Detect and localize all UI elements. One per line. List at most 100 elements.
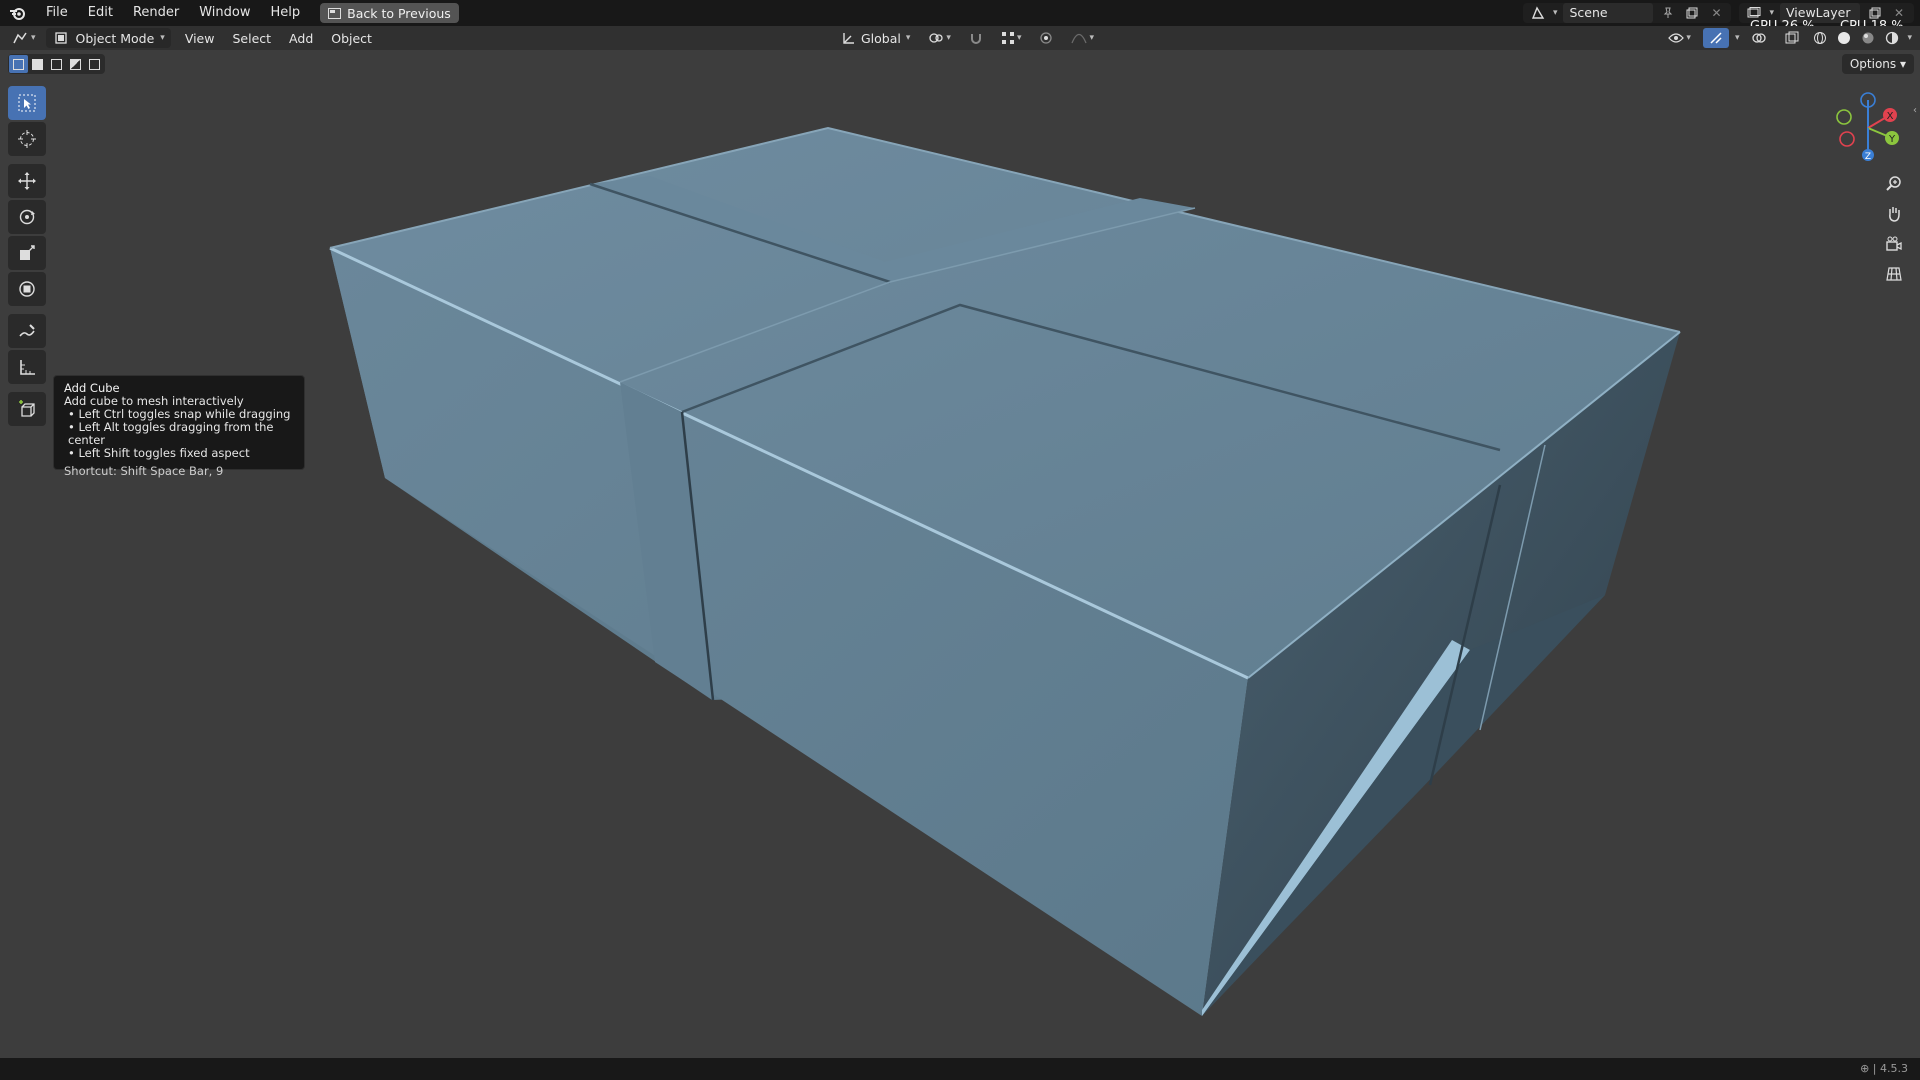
overlays-toggle[interactable] [1745,28,1773,48]
measure-tool[interactable] [8,350,46,384]
overlays-icon [1752,33,1767,43]
gizmo-icon [1710,32,1722,44]
menu-select[interactable]: Select [226,28,277,48]
navigation-gizmo[interactable]: X Y Z [1836,92,1899,162]
menu-object[interactable]: Object [325,28,378,48]
rotate-tool[interactable] [8,200,46,234]
close-icon[interactable]: ✕ [1707,4,1725,22]
tooltip-bullet: • Left Alt toggles dragging from the cen… [68,420,274,447]
tooltip-bullet-text: Left Alt toggles dragging from the cente… [68,420,274,447]
mode-select[interactable]: Object Mode ▾ [45,28,171,48]
chevron-down-icon[interactable]: ▾ [1907,33,1912,43]
status-bar: ⊕ | 4.5.3 [0,1058,1920,1080]
chevron-down-icon[interactable]: ▾ [1735,33,1740,43]
navigation-controls [1880,170,1908,290]
scene-selector[interactable]: ▾ Scene ✕ [1522,3,1732,23]
blender-logo-icon[interactable] [0,0,36,26]
falloff-curve-icon [1071,33,1088,44]
perspective-grid-icon[interactable] [1880,260,1908,288]
rendered-sphere-icon [1886,31,1899,45]
transform-orientation-select[interactable]: Global ▾ [836,28,916,48]
tooltip-bullet-text: Left Shift toggles fixed aspect [78,446,250,460]
pivot-icon [929,33,944,43]
menu-add[interactable]: Add [283,28,319,48]
camera-view-icon[interactable] [1880,230,1908,258]
scale-icon [20,245,35,260]
top-menu-bar: File Edit Render Window Help Back to Pre… [0,0,1920,26]
chevron-down-icon: ▾ [1686,33,1691,43]
tool-shelf [8,86,46,428]
shading-solid[interactable] [1835,28,1853,48]
3d-viewport[interactable]: X Y Z ‹ [0,50,1920,1058]
rotate-icon [19,209,35,225]
xray-icon [1785,31,1799,44]
cursor-tool[interactable] [8,122,46,156]
falloff-select[interactable]: ▾ [1065,28,1100,48]
eye-icon [1668,33,1685,43]
menu-file[interactable]: File [36,0,78,26]
sidebar-toggle-icon[interactable]: ‹ [1913,105,1917,116]
orientation-label: Global [861,30,901,46]
visibility-select[interactable]: ▾ [1662,28,1697,48]
menu-help[interactable]: Help [261,0,311,26]
menu-edit[interactable]: Edit [78,0,123,26]
chevron-down-icon: ▾ [1016,33,1022,43]
gizmo-y-label: Y [1888,134,1896,145]
cursor-icon [18,130,36,148]
scene-icon [1529,4,1547,22]
chevron-down-icon: ▾ [160,33,165,43]
back-button-label: Back to Previous [347,5,451,21]
back-to-previous-button[interactable]: Back to Previous [320,3,459,23]
material-sphere-icon [1862,32,1874,44]
tooltip-bullet-text: Left Ctrl toggles snap while dragging [78,407,291,421]
move-icon [18,172,36,190]
chevron-down-icon: ▾ [1769,8,1774,18]
select-box-tool[interactable] [8,86,46,120]
annotate-tool[interactable] [8,314,46,348]
transform-icon [19,281,35,297]
snap-target-select[interactable]: ▾ [995,28,1028,48]
menu-render[interactable]: Render [123,0,189,26]
object-mode-icon [52,29,70,47]
chevron-down-icon: ▾ [946,33,951,43]
editor-type-button[interactable]: ▾ [6,28,42,48]
tooltip-shortcut: Shortcut: Shift Space Bar, 9 [64,464,224,478]
chevron-down-icon: ▾ [905,33,911,43]
measure-ruler-icon [20,360,35,375]
mode-label: Object Mode [75,30,155,46]
menu-view[interactable]: View [179,28,221,48]
chevron-down-icon: ▾ [1089,33,1094,43]
proportional-editing-toggle[interactable] [1033,28,1059,48]
tool-tooltip: Add Cube Add cube to mesh interactively … [53,375,305,478]
shading-rendered[interactable] [1883,28,1901,48]
pivot-point-select[interactable]: ▾ [922,28,957,48]
version-info: ⊕ | 4.5.3 [1860,1062,1908,1075]
menu-window[interactable]: Window [189,0,260,26]
chevron-down-icon: ▾ [31,33,36,43]
orientation-icon [843,33,854,44]
screen-icon [328,7,342,19]
shading-wireframe[interactable] [1811,28,1829,48]
xray-toggle[interactable] [1779,28,1805,48]
annotate-pencil-icon [19,324,35,337]
version-label: 4.5.3 [1880,1062,1908,1075]
chevron-down-icon: ▾ [1552,8,1558,18]
add-cube-tool[interactable] [8,392,46,426]
snap-toggle[interactable] [963,28,989,48]
snap-grid-icon [1001,32,1014,44]
scene-name-field[interactable]: Scene [1563,3,1654,23]
3d-viewport-icon [13,32,27,44]
scale-tool[interactable] [8,236,46,270]
tooltip-bullet: • Left Shift toggles fixed aspect [68,446,250,460]
move-tool[interactable] [8,164,46,198]
gizmo-toggle[interactable] [1702,28,1729,48]
gizmo-x-label: X [1887,111,1894,122]
wireframe-sphere-icon [1814,32,1827,44]
new-scene-icon[interactable] [1683,4,1701,22]
magnet-icon [970,34,981,44]
transform-tool[interactable] [8,272,46,306]
pin-icon[interactable] [1659,4,1677,22]
zoom-icon[interactable] [1880,170,1908,198]
shading-material[interactable] [1859,28,1877,48]
pan-hand-icon[interactable] [1880,200,1908,228]
